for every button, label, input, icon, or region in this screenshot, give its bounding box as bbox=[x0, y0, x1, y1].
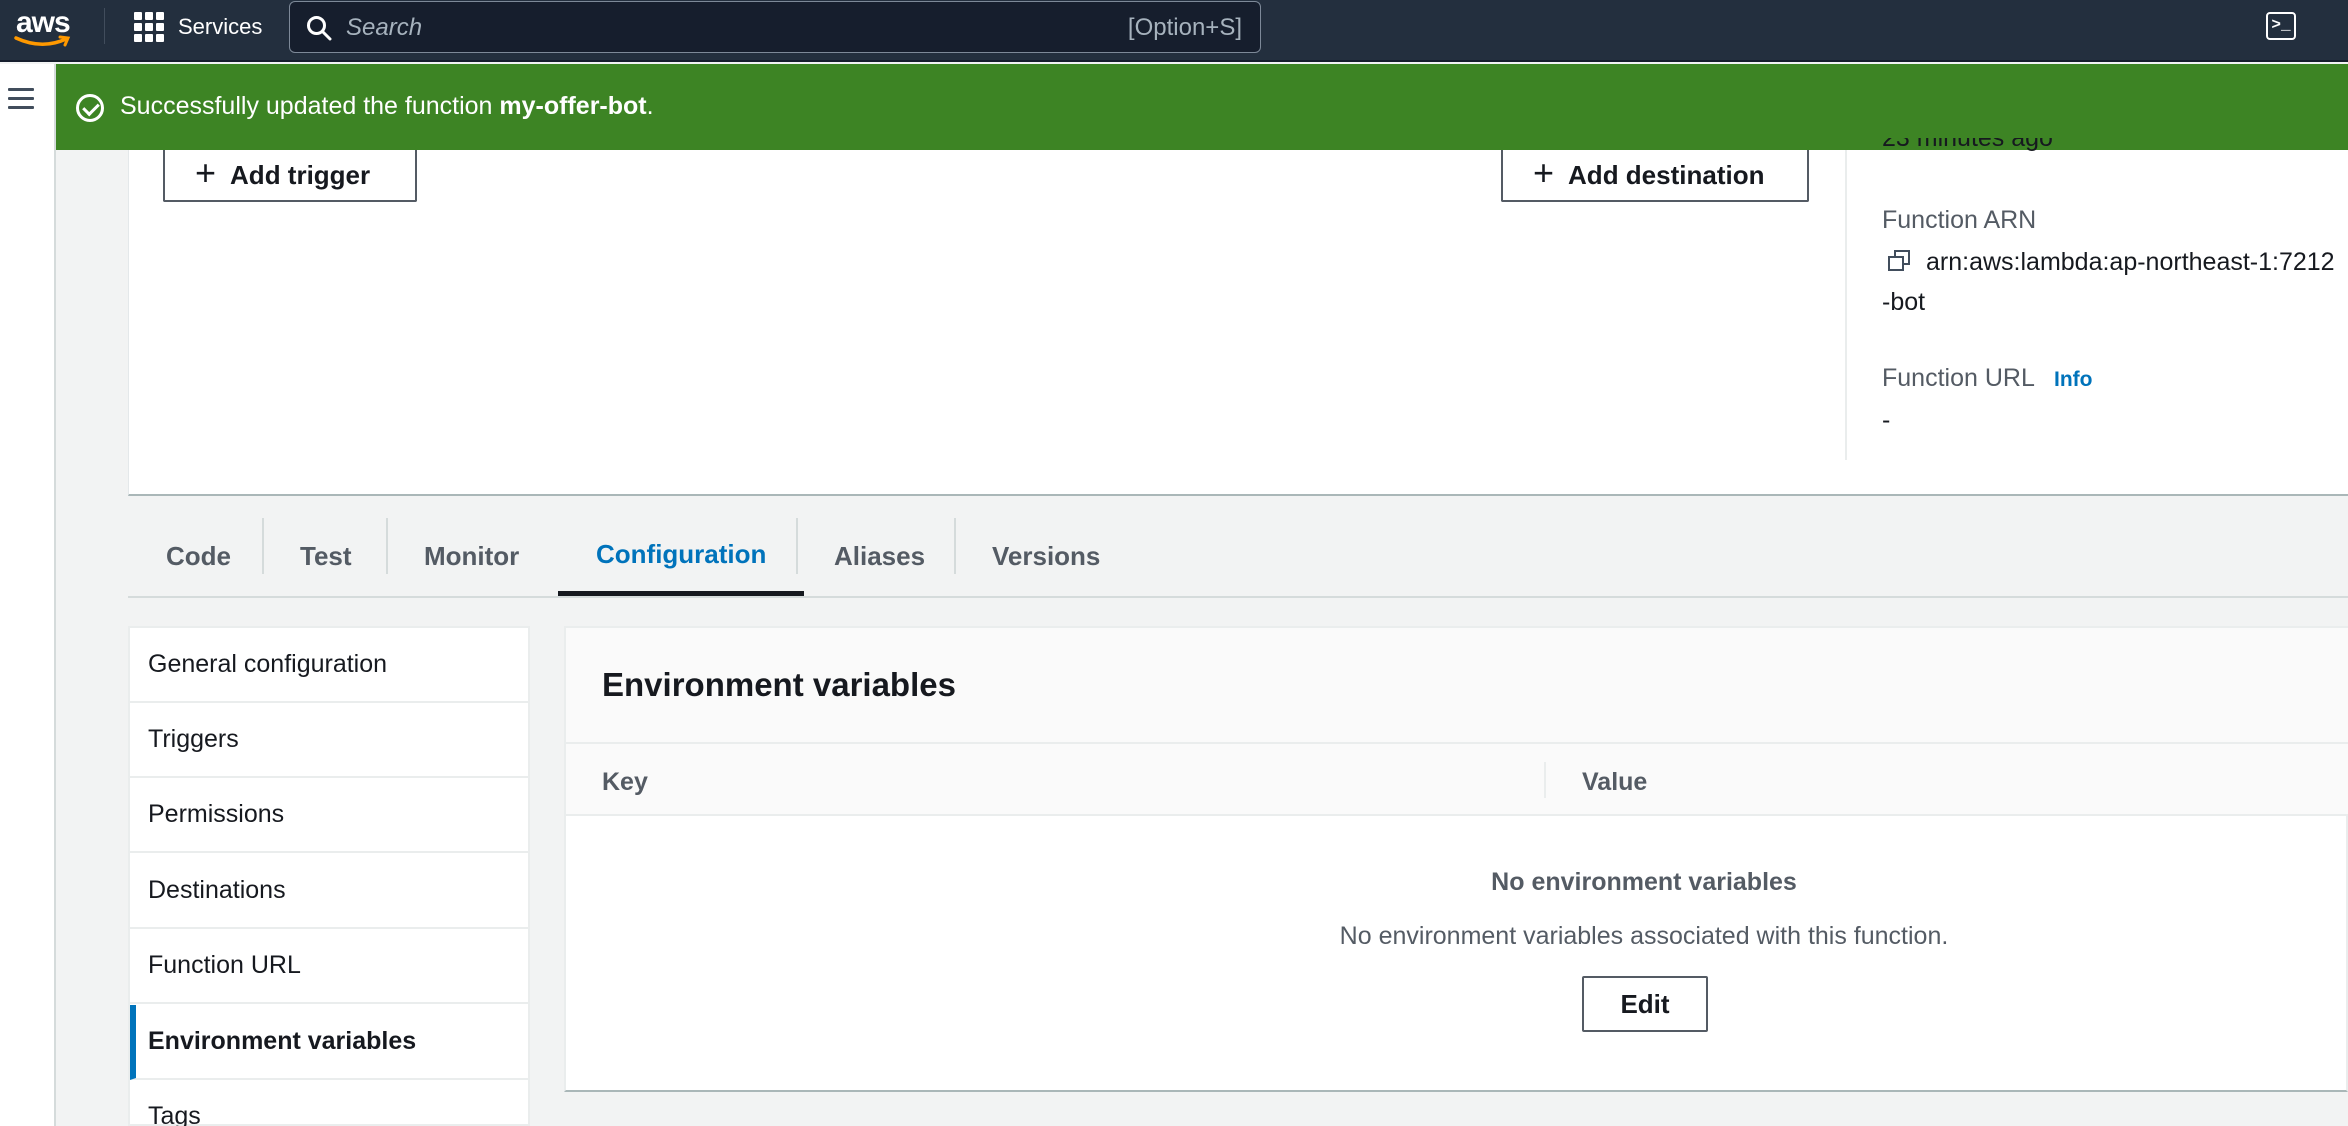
sidenav-item-function-url[interactable]: Function URL bbox=[130, 929, 528, 1004]
search-shortcut-hint: [Option+S] bbox=[1127, 14, 1242, 41]
tab-code[interactable]: Code bbox=[128, 518, 269, 594]
function-arn-value: arn:aws:lambda:ap-northeast-1:7212 bbox=[1926, 248, 2335, 276]
plus-icon: + bbox=[1533, 152, 1555, 193]
function-url-value: - bbox=[1882, 406, 1891, 434]
function-arn-label: Function ARN bbox=[1882, 206, 2037, 234]
configuration-side-nav: General configuration Triggers Permissio… bbox=[128, 626, 530, 1126]
copy-icon[interactable] bbox=[1888, 250, 1912, 272]
column-header-key: Key bbox=[602, 768, 648, 796]
sidenav-item-tags[interactable]: Tags bbox=[130, 1080, 528, 1126]
flash-message: Successfully updated the function my-off… bbox=[120, 92, 654, 121]
nav-divider bbox=[104, 8, 105, 44]
add-destination-button[interactable]: + Add destination bbox=[1501, 150, 1809, 202]
column-header-value: Value bbox=[1582, 768, 1648, 796]
app-grid-icon bbox=[134, 12, 164, 42]
empty-state-description: No environment variables associated with… bbox=[1339, 922, 1949, 950]
flash-message-prefix: Successfully updated the function bbox=[120, 92, 500, 120]
sidenav-item-permissions[interactable]: Permissions bbox=[130, 778, 528, 853]
function-arn-value-continued: -bot bbox=[1882, 288, 1926, 316]
services-menu-button[interactable]: Services bbox=[134, 12, 262, 42]
panel-title: Environment variables bbox=[602, 666, 956, 703]
check-circle-icon bbox=[76, 94, 104, 122]
panel-header: Environment variables bbox=[566, 628, 2348, 744]
services-label: Services bbox=[178, 14, 263, 39]
card-divider bbox=[1845, 150, 1847, 460]
aws-smile-icon bbox=[14, 35, 71, 47]
side-navigation-collapsed bbox=[0, 64, 56, 1126]
plus-icon: + bbox=[195, 152, 217, 193]
function-tabs: Code Test Monitor Configuration Aliases … bbox=[128, 496, 2348, 598]
sidenav-item-environment-variables[interactable]: Environment variables bbox=[130, 1005, 528, 1080]
add-trigger-label: Add trigger bbox=[230, 159, 371, 190]
flash-function-name: my-offer-bot bbox=[499, 92, 647, 120]
function-url-info-link[interactable]: Info bbox=[2054, 368, 2092, 392]
table-header: Key Value bbox=[566, 744, 2348, 816]
cloudshell-icon[interactable]: >_ bbox=[2266, 12, 2296, 40]
add-trigger-button[interactable]: + Add trigger bbox=[163, 150, 417, 202]
environment-variables-panel: Environment variables Key Value No envir… bbox=[564, 626, 2348, 1092]
search-icon bbox=[307, 16, 332, 41]
sidenav-item-general-configuration[interactable]: General configuration bbox=[130, 628, 528, 703]
menu-hamburger-icon[interactable] bbox=[8, 88, 34, 110]
success-flash-banner: Successfully updated the function my-off… bbox=[56, 64, 2348, 150]
sidenav-item-triggers[interactable]: Triggers bbox=[130, 703, 528, 778]
search-bar[interactable]: [Option+S] bbox=[289, 1, 1261, 53]
sidenav-item-destinations[interactable]: Destinations bbox=[130, 854, 528, 929]
tab-aliases[interactable]: Aliases bbox=[796, 518, 963, 594]
tab-versions[interactable]: Versions bbox=[954, 518, 1138, 594]
search-input[interactable] bbox=[346, 10, 1046, 46]
tab-test[interactable]: Test bbox=[262, 518, 390, 594]
column-divider bbox=[1544, 762, 1546, 798]
function-url-label: Function URL bbox=[1882, 364, 2035, 392]
tab-monitor[interactable]: Monitor bbox=[386, 518, 557, 594]
edit-button[interactable]: Edit bbox=[1582, 976, 1708, 1032]
function-overview-card: + Add trigger + Add destination bbox=[128, 150, 2348, 496]
flash-message-suffix: . bbox=[646, 92, 654, 120]
add-destination-label: Add destination bbox=[1568, 159, 1765, 190]
aws-logo[interactable]: aws bbox=[14, 6, 78, 50]
empty-state-title: No environment variables bbox=[1491, 868, 1797, 896]
top-navigation: aws Services [Option+S] >_ bbox=[0, 0, 2348, 62]
tab-configuration[interactable]: Configuration bbox=[558, 518, 805, 596]
